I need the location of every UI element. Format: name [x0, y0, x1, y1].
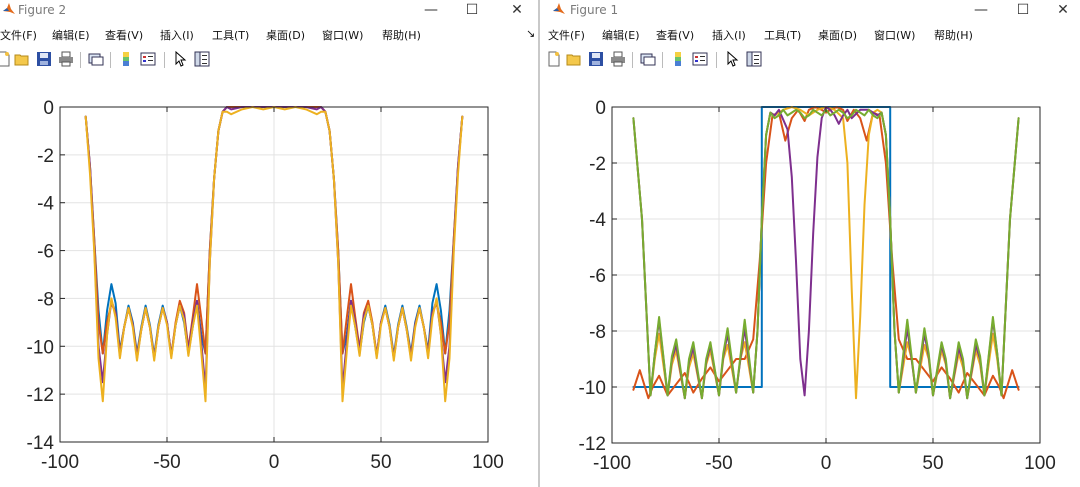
- y-tick-label: -12: [579, 434, 606, 455]
- figure-canvas: -100 -50 0 50 100 0 -2 -4 -6 -8 -10 -12: [540, 74, 1080, 487]
- y-tick-label: -10: [27, 337, 54, 358]
- menu-tools[interactable]: 工具(T): [212, 27, 249, 43]
- y-tick-label: -2: [37, 146, 54, 167]
- y-tick-label: -8: [37, 289, 54, 310]
- figure-1-chart: -100 -50 0 50 100 0 -2 -4 -6 -8 -10 -12: [579, 98, 1056, 474]
- y-tick-label: 0: [43, 98, 54, 119]
- minimize-button[interactable]: —: [408, 0, 454, 22]
- figure-2-window: Figure 2 — ☐ ✕ 文件(F) 编辑(E) 查看(V) 插入(I) 工…: [0, 0, 538, 487]
- pointer-icon[interactable]: [724, 51, 740, 67]
- pointer-icon[interactable]: [172, 51, 188, 67]
- menu-window[interactable]: 窗口(W): [322, 27, 363, 43]
- figure-canvas: -100 -50 0 50 100 0 -2 -4 -6 -8 -10 -12 -14: [0, 74, 538, 487]
- x-tick-label: 0: [269, 452, 280, 473]
- toolbar-separator: [662, 52, 663, 68]
- x-tick-label: 100: [472, 452, 504, 473]
- y-tick-label: -12: [27, 385, 54, 406]
- y-tick-label: -10: [579, 378, 606, 399]
- x-tick-label: 50: [922, 453, 943, 474]
- toolbar-separator: [632, 52, 633, 68]
- figure-2-chart: -100 -50 0 50 100 0 -2 -4 -6 -8 -10 -12 -14: [27, 98, 504, 473]
- menu-desktop[interactable]: 桌面(D): [266, 27, 305, 43]
- close-button[interactable]: ✕: [494, 0, 538, 22]
- save-icon[interactable]: [36, 51, 52, 67]
- menu-insert[interactable]: 插入(I): [160, 27, 194, 43]
- legend-icon[interactable]: [140, 51, 156, 67]
- menu-help[interactable]: 帮助(H): [934, 27, 973, 43]
- open-file-icon[interactable]: [14, 51, 30, 67]
- toolbar: [0, 48, 538, 72]
- window-title: Figure 2: [18, 3, 67, 17]
- legend-icon[interactable]: [692, 51, 708, 67]
- menu-edit[interactable]: 编辑(E): [52, 27, 90, 43]
- x-tick-label: 50: [370, 452, 391, 473]
- maximize-button[interactable]: ☐: [449, 0, 495, 22]
- close-button[interactable]: ✕: [1040, 0, 1080, 22]
- toolbar-separator: [164, 52, 165, 68]
- y-tick-label: 0: [595, 98, 606, 119]
- y-tick-label: -8: [589, 322, 606, 343]
- menu-view[interactable]: 查看(V): [105, 27, 143, 43]
- figure-1-window: Figure 1 — ☐ ✕ 文件(F) 编辑(E) 查看(V) 插入(I) 工…: [540, 0, 1080, 487]
- y-tick-label: -6: [37, 242, 54, 263]
- x-tick-label: -50: [705, 453, 732, 474]
- menu-window[interactable]: 窗口(W): [874, 27, 915, 43]
- menu-file[interactable]: 文件(F): [548, 27, 585, 43]
- matlab-logo-icon: [3, 3, 15, 14]
- matlab-logo-icon: [553, 3, 565, 14]
- menu-overflow-icon[interactable]: ↘: [526, 27, 535, 40]
- menu-insert[interactable]: 插入(I): [712, 27, 746, 43]
- x-tick-label: 0: [821, 453, 832, 474]
- print-icon[interactable]: [610, 51, 626, 67]
- y-tick-label: -6: [589, 266, 606, 287]
- colorbar-icon[interactable]: [670, 51, 686, 67]
- minimize-button[interactable]: —: [958, 0, 1004, 22]
- menu-view[interactable]: 查看(V): [656, 27, 694, 43]
- colorbar-icon[interactable]: [118, 51, 134, 67]
- y-tick-label: -2: [589, 154, 606, 175]
- link-plot-icon[interactable]: [640, 51, 656, 67]
- menu-help[interactable]: 帮助(H): [382, 27, 421, 43]
- link-plot-icon[interactable]: [88, 51, 104, 67]
- y-tick-label: -4: [37, 194, 54, 215]
- print-icon[interactable]: [58, 51, 74, 67]
- toolbar-separator: [110, 52, 111, 68]
- menu-edit[interactable]: 编辑(E): [602, 27, 640, 43]
- new-figure-icon[interactable]: [0, 51, 12, 67]
- title-bar: Figure 2 — ☐ ✕: [0, 0, 538, 22]
- x-tick-label: -100: [593, 453, 631, 474]
- window-title: Figure 1: [570, 3, 619, 17]
- menu-bar: 文件(F) 编辑(E) 查看(V) 插入(I) 工具(T) 桌面(D) 窗口(W…: [0, 24, 538, 44]
- menu-desktop[interactable]: 桌面(D): [818, 27, 857, 43]
- x-tick-label: 100: [1024, 453, 1056, 474]
- y-tick-label: -4: [589, 210, 606, 231]
- x-tick-label: -100: [41, 452, 79, 473]
- open-file-icon[interactable]: [566, 51, 582, 67]
- y-tick-label: -14: [27, 433, 55, 454]
- x-tick-label: -50: [153, 452, 180, 473]
- title-bar: Figure 1 — ☐ ✕: [540, 0, 1080, 22]
- toolbar-separator: [80, 52, 81, 68]
- toolbar: [540, 48, 1080, 72]
- save-icon[interactable]: [588, 51, 604, 67]
- menu-bar: 文件(F) 编辑(E) 查看(V) 插入(I) 工具(T) 桌面(D) 窗口(W…: [540, 24, 1080, 44]
- menu-tools[interactable]: 工具(T): [764, 27, 801, 43]
- property-editor-icon[interactable]: [746, 51, 762, 67]
- new-figure-icon[interactable]: [546, 51, 562, 67]
- toolbar-separator: [716, 52, 717, 68]
- menu-file[interactable]: 文件(F): [0, 27, 37, 43]
- property-editor-icon[interactable]: [194, 51, 210, 67]
